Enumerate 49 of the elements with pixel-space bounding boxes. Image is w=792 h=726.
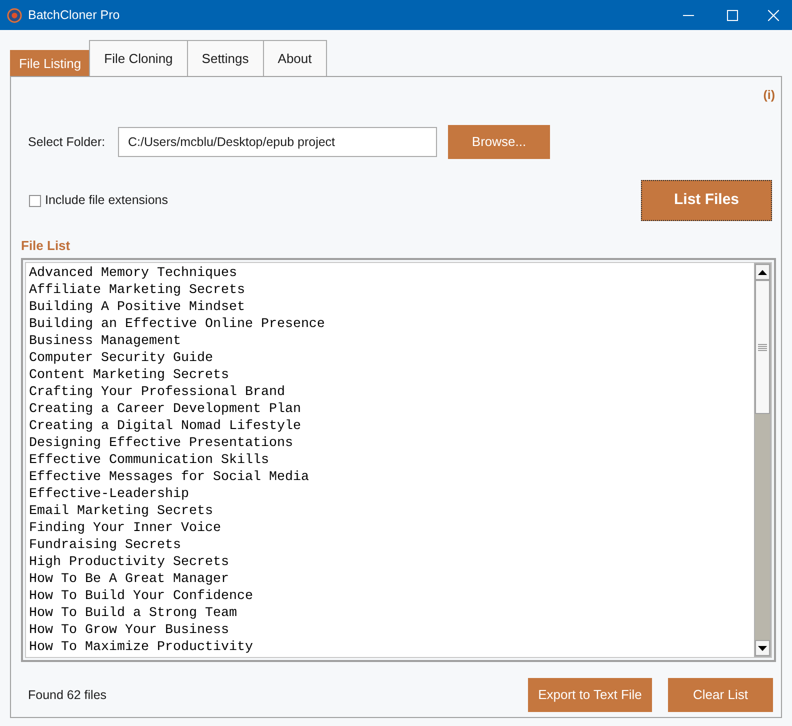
file-name-line: Email Marketing Secrets bbox=[29, 503, 214, 520]
file-name-line: Content Marketing Secrets bbox=[29, 367, 230, 384]
file-name-line: Business Management bbox=[29, 333, 182, 350]
tab[interactable]: About bbox=[262, 40, 327, 76]
file-name-line: High Productivity Secrets bbox=[29, 554, 230, 571]
folder-path-field[interactable]: C:/Users/mcblu/Desktop/epub project bbox=[118, 127, 437, 157]
minimize-icon bbox=[682, 14, 694, 16]
scroll-down-button[interactable] bbox=[755, 640, 770, 656]
file-name-line: Creating a Career Development Plan bbox=[29, 401, 302, 418]
checkbox[interactable] bbox=[29, 194, 41, 206]
scrollbar-thumb[interactable] bbox=[755, 280, 770, 414]
file-name-line: Creating a Digital Nomad Lifestyle bbox=[29, 418, 302, 435]
status-text: Found 62 files bbox=[28, 686, 107, 704]
file-name-line: Building an Effective Online Presence bbox=[29, 316, 326, 333]
section-title: File List bbox=[21, 238, 72, 254]
maximize-icon bbox=[726, 10, 738, 20]
file-name-line: How To Grow Your Business bbox=[29, 622, 230, 639]
file-name-line: How To Build a Strong Team bbox=[29, 605, 238, 622]
up-triangle-icon bbox=[758, 270, 767, 274]
list-files-button[interactable]: List Files bbox=[641, 180, 772, 221]
close-icon bbox=[768, 10, 778, 20]
file-name-line: Effective-Leadership bbox=[29, 486, 190, 503]
file-list-field[interactable] bbox=[21, 258, 776, 662]
file-name-line: Finding Your Inner Voice bbox=[29, 520, 222, 537]
file-name-line: How To Maximize Productivity bbox=[29, 639, 254, 656]
scroll-up-button[interactable] bbox=[755, 264, 770, 280]
grip-lines-icon bbox=[758, 344, 767, 350]
tab[interactable]: File Cloning bbox=[89, 40, 188, 76]
checkbox-label[interactable]: Include file extensions bbox=[45, 191, 168, 210]
info-link[interactable]: (i) bbox=[763, 87, 775, 103]
export-button[interactable]: Export to Text File bbox=[528, 678, 652, 712]
file-name-line: Affiliate Marketing Secrets bbox=[29, 282, 246, 299]
browse-button[interactable]: Browse... bbox=[448, 125, 550, 159]
down-triangle-icon bbox=[758, 646, 767, 650]
file-name-line: Designing Effective Presentations bbox=[29, 435, 294, 452]
file-name-line: Building A Positive Mindset bbox=[29, 299, 246, 316]
file-name-line: Computer Security Guide bbox=[29, 350, 214, 367]
window-title: BatchCloner Pro bbox=[28, 6, 120, 24]
file-name-line: How To Build Your Confidence bbox=[29, 588, 254, 605]
file-name-line: How To Be A Great Manager bbox=[29, 571, 230, 588]
file-name-line: Advanced Memory Techniques bbox=[29, 265, 238, 282]
file-name-line: Effective Communication Skills bbox=[29, 452, 270, 469]
clear-button[interactable]: Clear List bbox=[668, 678, 773, 712]
folder-label: Select Folder: bbox=[28, 134, 106, 151]
file-name-line: Fundraising Secrets bbox=[29, 537, 182, 554]
tab[interactable]: File Listing bbox=[10, 50, 90, 76]
file-name-line: Crafting Your Professional Brand bbox=[29, 384, 286, 401]
app-icon bbox=[7, 8, 22, 22]
file-name-line: Effective Messages for Social Media bbox=[29, 469, 310, 486]
